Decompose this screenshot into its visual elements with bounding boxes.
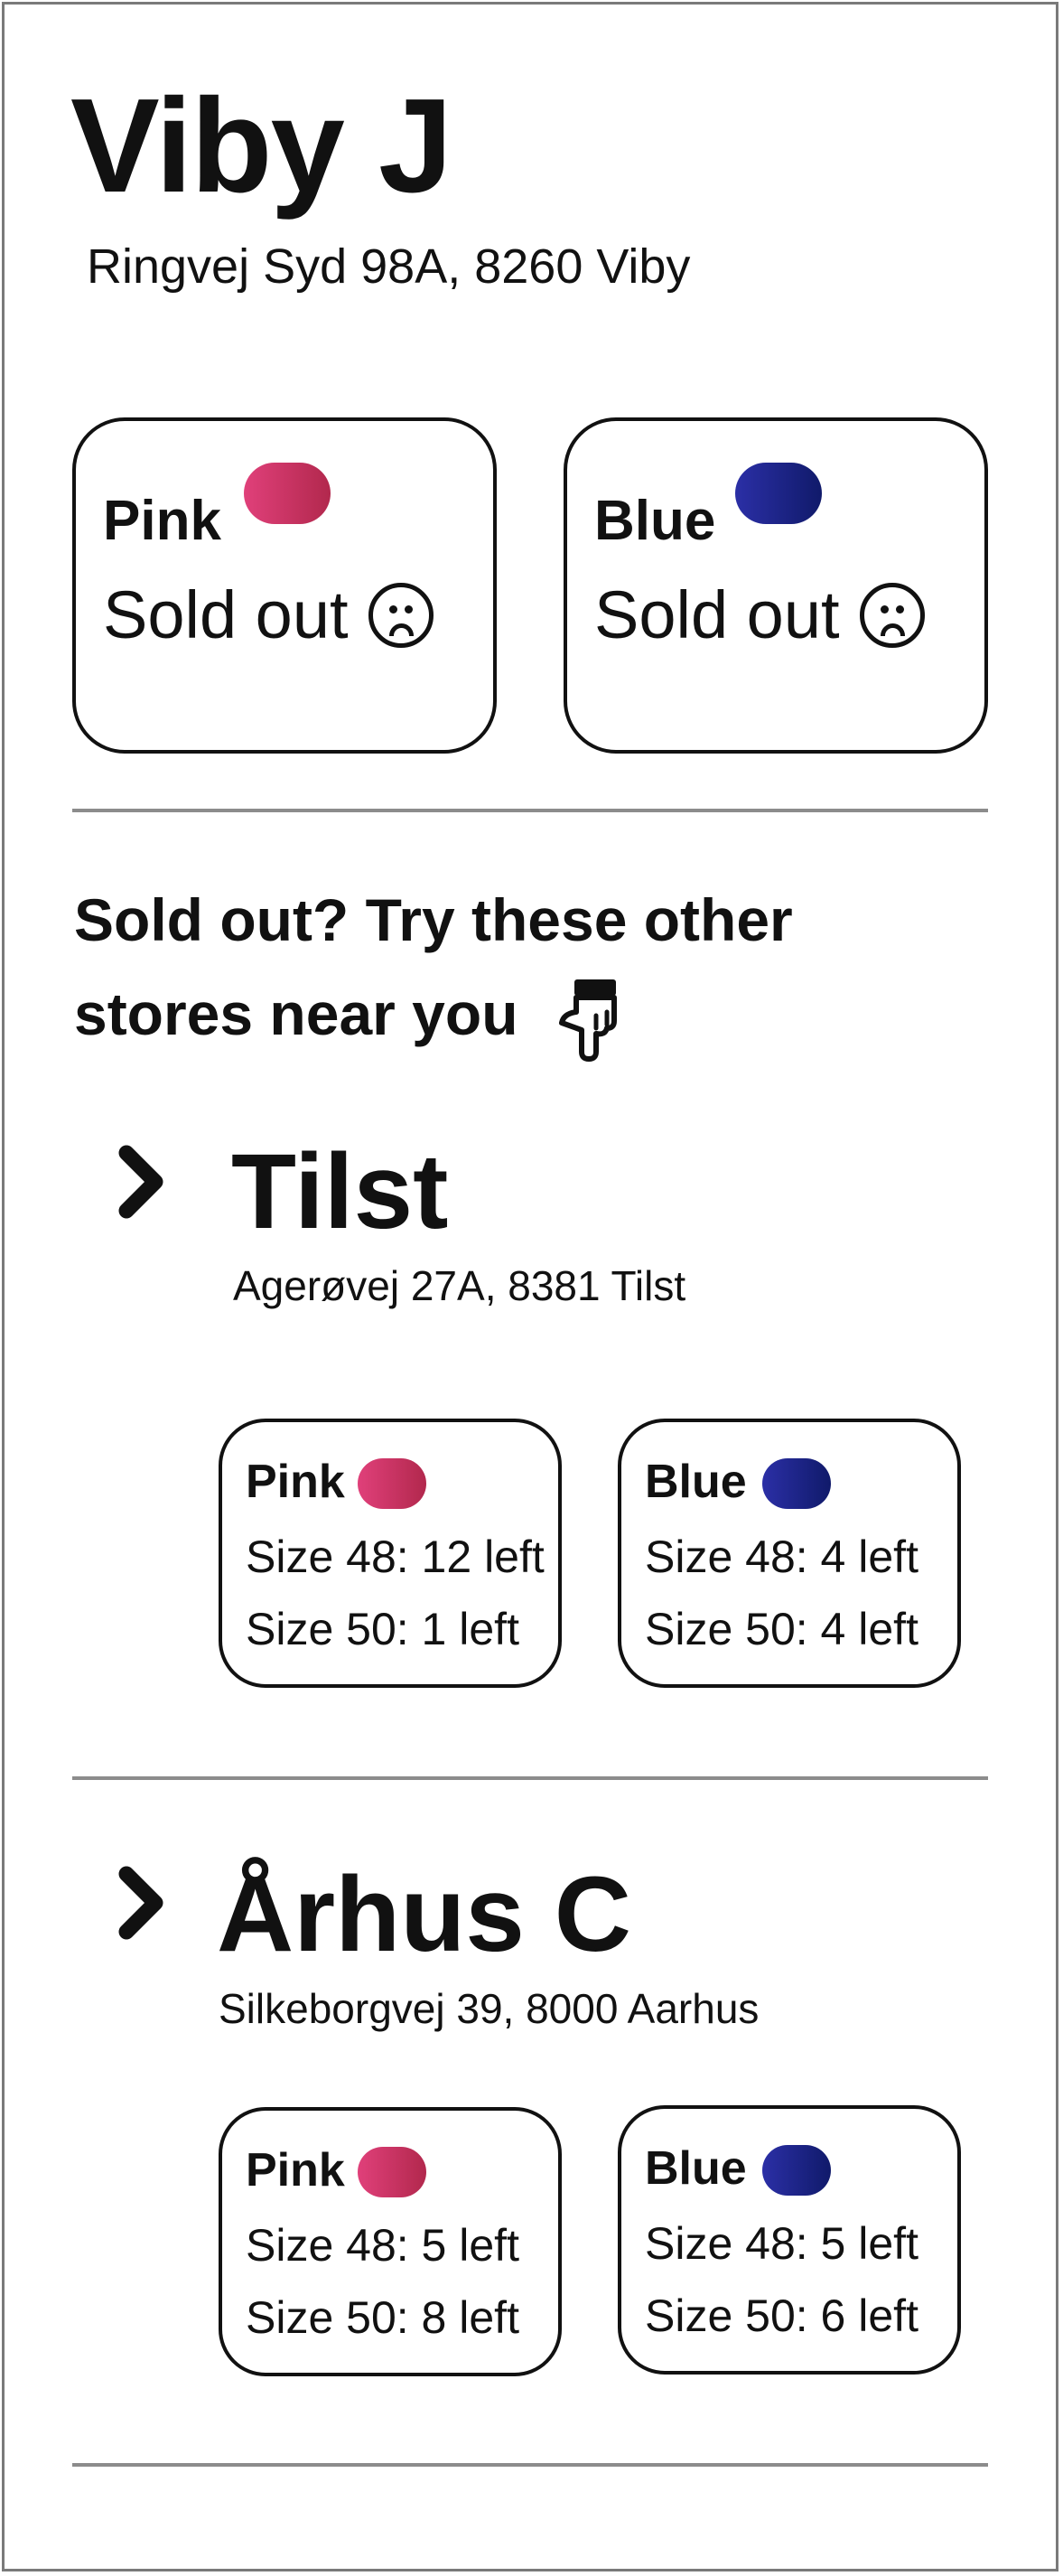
pink-swatch bbox=[358, 1458, 426, 1509]
size-48-stock: Size 48: 5 left bbox=[246, 2220, 519, 2271]
pink-swatch bbox=[358, 2147, 426, 2197]
divider bbox=[72, 2463, 988, 2467]
pink-status-label: Sold out bbox=[103, 577, 349, 652]
blue-stock-card: Blue Size 48: 4 left Size 50: 4 left bbox=[618, 1419, 961, 1688]
nearby-heading: Sold out? Try these other stores near yo… bbox=[74, 873, 793, 1063]
blue-availability-card: Blue Sold out bbox=[564, 417, 988, 754]
size-50-stock: Size 50: 8 left bbox=[246, 2292, 519, 2343]
store-title-aarhus-c: Århus C bbox=[217, 1855, 631, 1974]
color-name-blue: Blue bbox=[645, 1456, 747, 1508]
store-title-tilst: Tilst bbox=[231, 1132, 449, 1251]
chevron-right-icon[interactable] bbox=[116, 1865, 172, 1941]
blue-status-label: Sold out bbox=[594, 577, 840, 652]
size-50-stock: Size 50: 6 left bbox=[645, 2290, 918, 2341]
size-48-stock: Size 48: 12 left bbox=[246, 1532, 545, 1582]
nearby-heading-line2: stores near you bbox=[74, 980, 518, 1047]
size-50-stock: Size 50: 1 left bbox=[246, 1604, 519, 1654]
chevron-right-icon[interactable] bbox=[116, 1144, 172, 1220]
size-50-stock: Size 50: 4 left bbox=[645, 1604, 918, 1654]
color-name-pink: Pink bbox=[246, 1456, 345, 1508]
blue-swatch bbox=[762, 1458, 831, 1509]
store-address: Ringvej Syd 98A, 8260 Viby bbox=[87, 239, 691, 294]
sad-face-icon bbox=[368, 583, 434, 648]
store-title: Viby J bbox=[70, 71, 452, 220]
sad-face-icon bbox=[859, 583, 925, 648]
color-name-pink: Pink bbox=[103, 490, 221, 552]
divider bbox=[72, 809, 988, 812]
pink-availability-card: Pink Sold out bbox=[72, 417, 497, 754]
pointing-down-hand-icon bbox=[558, 979, 617, 1062]
pink-status: Sold out bbox=[103, 582, 434, 649]
blue-status: Sold out bbox=[594, 582, 925, 649]
pink-swatch bbox=[244, 463, 331, 524]
divider bbox=[72, 1776, 988, 1780]
blue-swatch bbox=[762, 2145, 831, 2196]
store-address-tilst: Agerøvej 27A, 8381 Tilst bbox=[233, 1262, 686, 1309]
blue-stock-card: Blue Size 48: 5 left Size 50: 6 left bbox=[618, 2105, 961, 2375]
blue-swatch bbox=[735, 463, 822, 524]
color-name-pink: Pink bbox=[246, 2144, 345, 2197]
size-48-stock: Size 48: 5 left bbox=[645, 2218, 918, 2269]
pink-stock-card: Pink Size 48: 12 left Size 50: 1 left bbox=[219, 1419, 562, 1688]
nearby-heading-line1: Sold out? Try these other bbox=[74, 886, 793, 953]
store-address-aarhus-c: Silkeborgvej 39, 8000 Aarhus bbox=[219, 1985, 760, 2032]
pink-stock-card: Pink Size 48: 5 left Size 50: 8 left bbox=[219, 2107, 562, 2376]
size-48-stock: Size 48: 4 left bbox=[645, 1532, 918, 1582]
color-name-blue: Blue bbox=[645, 2142, 747, 2195]
color-name-blue: Blue bbox=[594, 490, 716, 552]
